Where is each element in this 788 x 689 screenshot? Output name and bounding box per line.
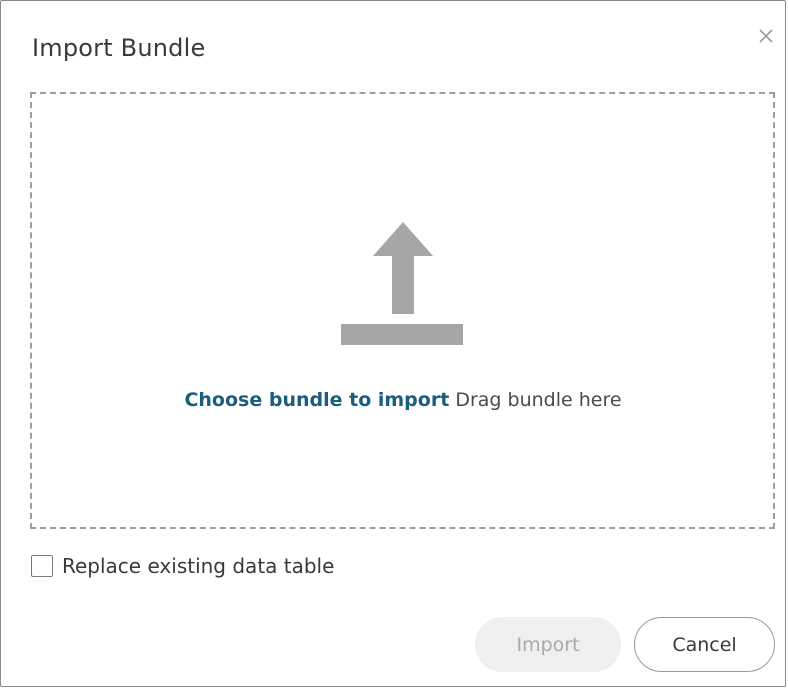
replace-existing-option[interactable]: Replace existing data table	[31, 553, 334, 579]
replace-existing-label: Replace existing data table	[62, 554, 335, 578]
dialog-title: Import Bundle	[32, 34, 206, 62]
dropzone-text: Choose bundle to import Drag bundle here	[0, 389, 788, 411]
upload-icon	[341, 222, 465, 346]
choose-bundle-link[interactable]: Choose bundle to import	[184, 389, 449, 411]
replace-existing-checkbox[interactable]	[31, 555, 53, 577]
close-button[interactable]	[753, 23, 779, 49]
drag-hint: Drag bundle here	[455, 389, 622, 411]
cancel-button[interactable]: Cancel	[634, 617, 775, 672]
close-icon	[759, 29, 773, 43]
import-button[interactable]: Import	[475, 617, 621, 672]
